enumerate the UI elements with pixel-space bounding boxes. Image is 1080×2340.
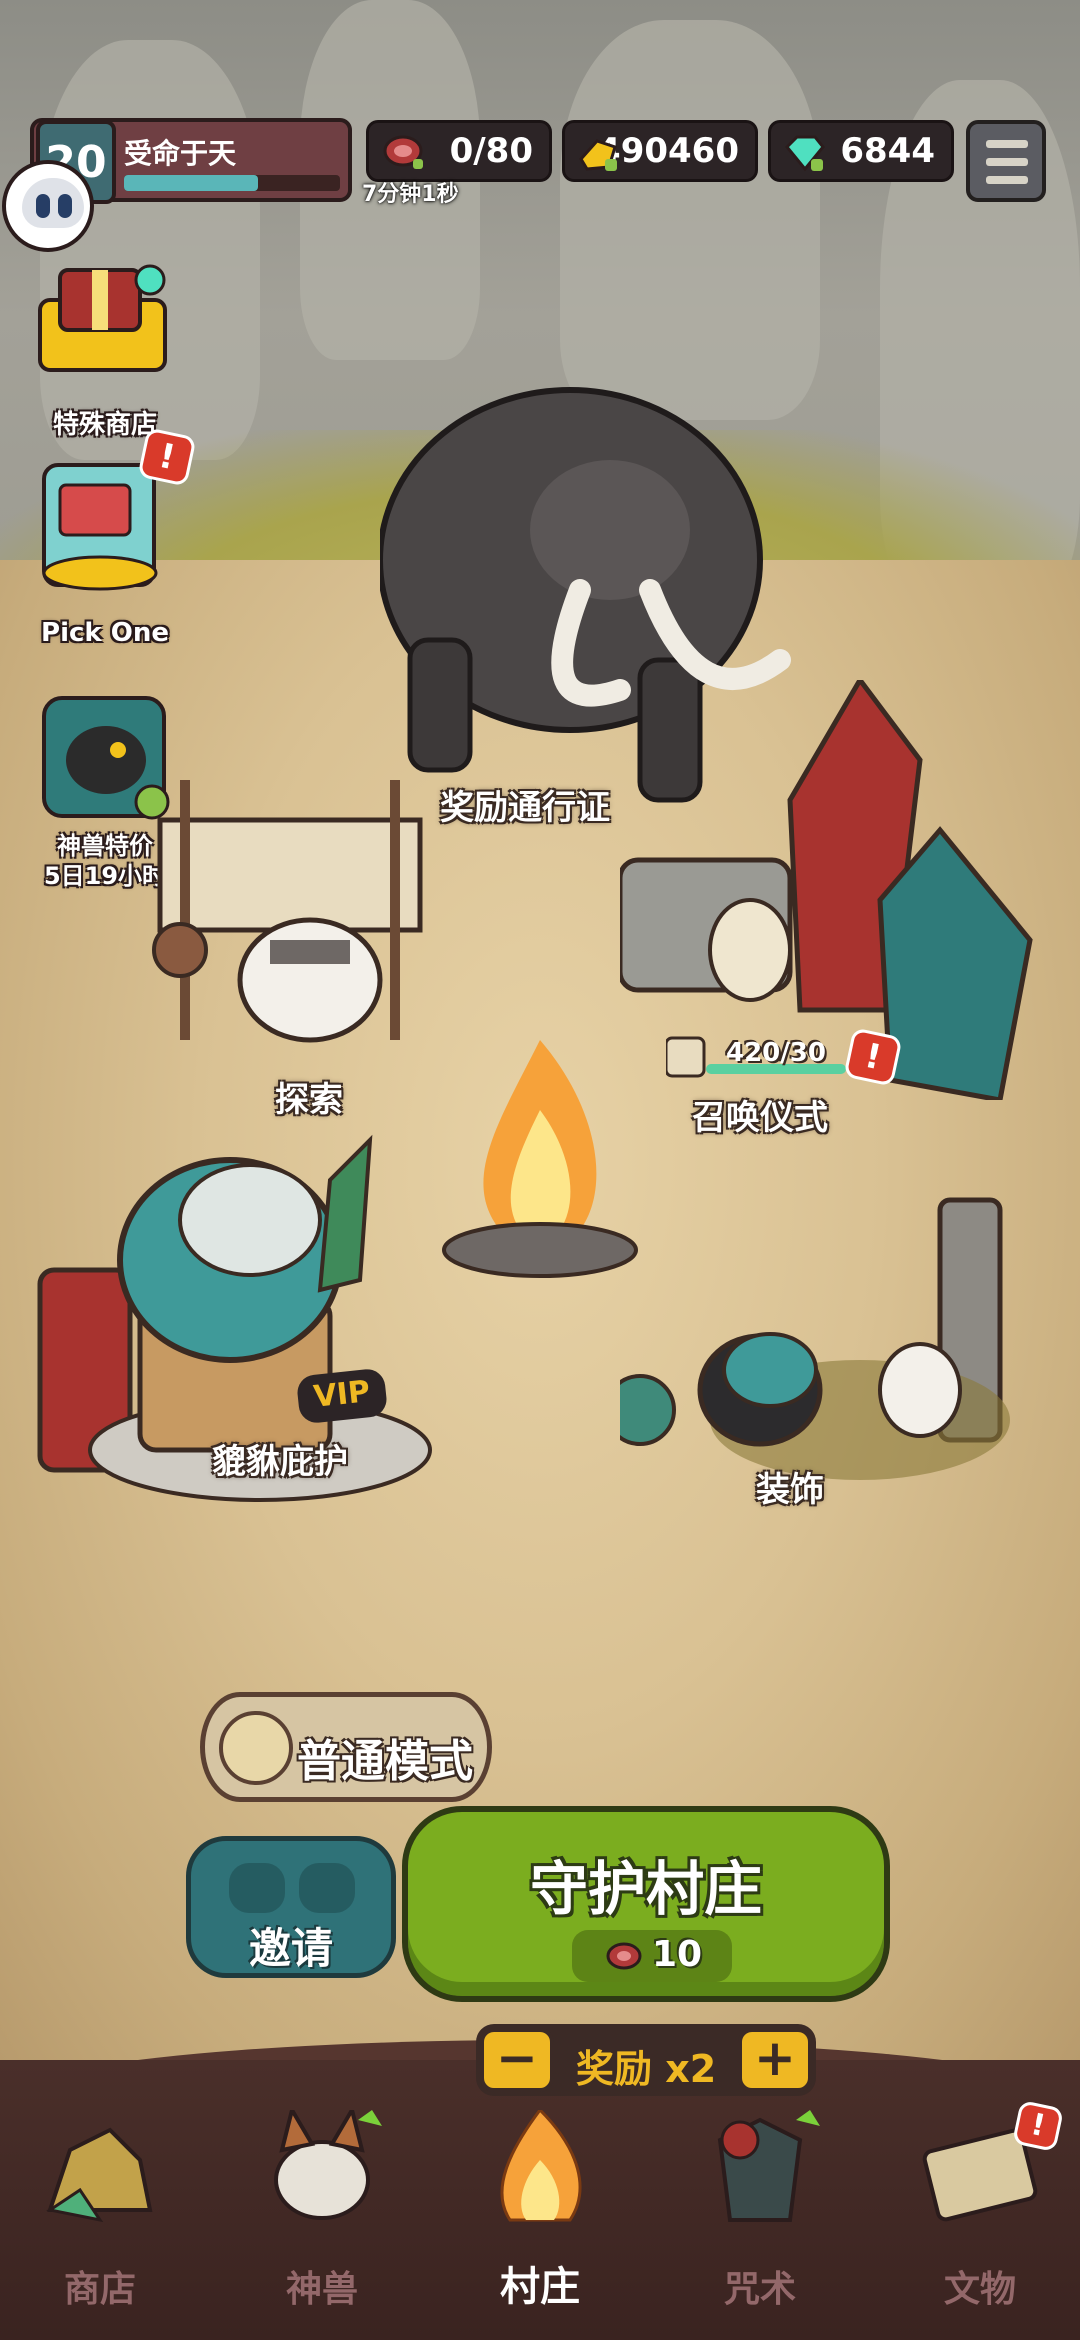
meat-icon	[606, 1942, 642, 1970]
vip-badge: VIP	[295, 1367, 389, 1425]
campfire-icon	[500, 2110, 582, 2222]
nav-shop[interactable]: 商店	[0, 2100, 200, 2340]
campfire-icon	[442, 1040, 638, 1278]
meat-resource[interactable]: 0/80	[366, 120, 552, 182]
mode-icon	[219, 1711, 293, 1785]
gift-box-icon	[38, 264, 167, 372]
nav-beasts-label: 神兽	[285, 2269, 358, 2310]
summon-progress-text: 420/30	[726, 1038, 826, 1068]
pick-one-alert-badge: !	[137, 427, 197, 487]
player-avatar[interactable]	[2, 160, 94, 252]
explore-building[interactable]	[120, 620, 440, 1070]
nav-relics[interactable]: ! 文物	[880, 2099, 1080, 2340]
gold-resource[interactable]: 490460	[562, 120, 758, 182]
xp-bar-fill	[124, 175, 258, 191]
summon-progress: 420/30	[664, 1036, 866, 1080]
friends-icon	[229, 1863, 359, 1913]
invite-label: 邀请	[248, 1924, 333, 1973]
summon-ritual-label: 召唤仪式	[692, 1098, 828, 1138]
summon-alert-badge: !	[843, 1027, 903, 1087]
corgi-head-icon	[274, 2110, 382, 2220]
battle-pass-label: 奖励通行证	[440, 788, 610, 828]
defend-village-button[interactable]: 守护村庄 10	[402, 1806, 890, 2002]
decoration-building[interactable]	[604, 1160, 1040, 1540]
reward-multiplier: − 奖励 x2 +	[476, 2024, 816, 2096]
nav-village-label: 村庄	[500, 2264, 580, 2310]
decoration-label: 装饰	[756, 1470, 824, 1510]
defend-cost-value: 10	[652, 1934, 703, 1975]
defend-cost: 10	[572, 1930, 732, 1982]
special-shop-button[interactable]	[30, 240, 175, 385]
mode-toggle-button[interactable]: 普通模式	[200, 1692, 492, 1802]
nav-village[interactable]: 村庄	[440, 2100, 640, 2340]
explore-stand-icon	[152, 780, 423, 1043]
xp-bar	[124, 175, 340, 191]
nav-spells-label: 咒术	[723, 2269, 796, 2310]
gem-resource[interactable]: 6844	[768, 120, 954, 182]
spell-stones-icon	[717, 2110, 820, 2222]
meat-refill-timer: 7分钟1秒	[362, 182, 459, 207]
explore-label: 探索	[275, 1080, 343, 1120]
gem-icon	[784, 135, 825, 172]
invite-button[interactable]: 邀请	[186, 1836, 396, 1978]
nav-beasts[interactable]: 神兽	[222, 2100, 422, 2340]
decoration-totem-icon	[604, 1197, 1010, 1480]
nav-relics-label: 文物	[943, 2269, 1016, 2310]
reward-decrease-button[interactable]: −	[480, 2028, 554, 2092]
reward-increase-button[interactable]: +	[738, 2028, 812, 2092]
ore-pile-icon	[46, 2127, 153, 2223]
reward-multiplier-label: 奖励 x2	[576, 2047, 717, 2091]
nav-shop-label: 商店	[63, 2269, 136, 2310]
guardian-label: 貔貅庇护	[212, 1442, 348, 1482]
gold-icon	[579, 139, 617, 171]
defend-village-label: 守护村庄	[529, 1855, 762, 1923]
relics-alert-badge: !	[1011, 2099, 1065, 2153]
meat-icon	[383, 135, 423, 169]
mode-label: 普通模式	[297, 1736, 473, 1787]
gem-count: 6844	[840, 131, 935, 171]
nav-spells[interactable]: 咒术	[660, 2100, 860, 2340]
campfire	[440, 1030, 640, 1290]
player-name: 受命于天	[124, 137, 237, 170]
menu-button[interactable]	[966, 120, 1046, 202]
meat-count: 0/80	[449, 131, 533, 171]
